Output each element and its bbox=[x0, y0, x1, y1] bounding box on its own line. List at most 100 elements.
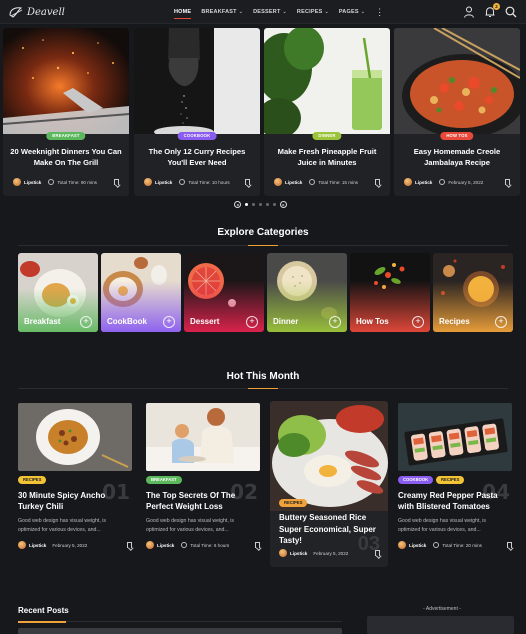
notifications-button[interactable]: 2 bbox=[483, 3, 500, 19]
category-badge[interactable]: DINNER bbox=[312, 132, 342, 140]
slide-title[interactable]: Easy Homemade Creole Jambalaya Recipe bbox=[400, 146, 514, 168]
author-name[interactable]: Lipstick bbox=[409, 543, 426, 548]
post-image bbox=[270, 401, 388, 511]
hot-heading: Hot This Month bbox=[226, 371, 300, 382]
nav-dessert[interactable]: DESSERT ⌄ bbox=[253, 0, 287, 24]
recent-posts-heading: Recent Posts bbox=[18, 606, 69, 615]
clock-icon bbox=[179, 179, 186, 185]
post-date: February 5, 2022 bbox=[52, 542, 88, 548]
clock-icon bbox=[309, 179, 316, 185]
category-badge[interactable]: HOW TOS bbox=[440, 132, 474, 140]
slide-meta-text: February 5, 2022 bbox=[448, 179, 484, 185]
bookmark-icon[interactable] bbox=[507, 542, 512, 548]
clock-icon bbox=[439, 179, 446, 185]
main-nav: HOME BREAKFAST ⌄ DESSERT ⌄ RECIPES ⌄ PAGES ⌄… bbox=[174, 0, 384, 24]
site-logo[interactable]: Deavell bbox=[8, 4, 65, 20]
category-card-cookbook[interactable]: CookBook + bbox=[101, 253, 181, 332]
post-meta: Lipstick February 5, 2022 bbox=[18, 541, 132, 549]
post-meta-text: Total Time: 6 hours bbox=[190, 542, 230, 548]
post-title[interactable]: 30 Minute Spicy Ancho Turkey Chili bbox=[18, 490, 122, 512]
nav-recipes[interactable]: RECIPES ⌄ bbox=[297, 0, 329, 24]
category-badge[interactable]: COOKBOOK bbox=[177, 132, 217, 140]
author-name[interactable]: Lipstick bbox=[29, 543, 46, 548]
post-image bbox=[398, 403, 512, 471]
category-badge[interactable]: COOKBOOK bbox=[398, 476, 434, 484]
hero-slide[interactable]: DINNER Make Fresh Pineapple Fruit Juice … bbox=[264, 28, 390, 196]
category-card-dessert[interactable]: Dessert + bbox=[184, 253, 264, 332]
section-divider-accent bbox=[248, 245, 278, 246]
post-title[interactable]: The Top Secrets Of The Perfect Weight Lo… bbox=[146, 490, 250, 512]
chevron-down-icon: ⌄ bbox=[238, 9, 244, 15]
author-name[interactable]: Lipstick bbox=[290, 551, 307, 556]
bookmark-icon[interactable] bbox=[505, 179, 510, 185]
hero-slide[interactable]: COOKBOOK The Only 12 Curry Recipes You'l… bbox=[134, 28, 260, 196]
bookmark-icon[interactable] bbox=[375, 179, 380, 185]
user-icon[interactable] bbox=[462, 5, 476, 19]
slider-dot[interactable] bbox=[273, 203, 276, 206]
category-card-recipes[interactable]: Recipes + bbox=[433, 253, 513, 332]
section-divider bbox=[18, 388, 508, 389]
hero-slide[interactable]: BREAKFAST 20 Weeknight Dinners You Can M… bbox=[3, 28, 129, 196]
hero-slide[interactable]: HOW TOS Easy Homemade Creole Jambalaya R… bbox=[394, 28, 520, 196]
category-badge[interactable]: RECIPES bbox=[436, 476, 465, 484]
slider-next-button[interactable]: ▸ bbox=[280, 201, 287, 208]
nav-pages[interactable]: PAGES ⌄ bbox=[339, 0, 365, 24]
bookmark-icon[interactable] bbox=[127, 542, 132, 548]
author-name[interactable]: Lipstick bbox=[285, 180, 302, 185]
category-badge[interactable]: RECIPES bbox=[279, 499, 308, 507]
post-image bbox=[146, 403, 260, 471]
avatar bbox=[146, 541, 154, 549]
category-badge[interactable]: BREAKFAST bbox=[46, 132, 86, 140]
category-label: Recipes bbox=[439, 317, 470, 326]
chevron-down-icon: ⌄ bbox=[324, 9, 329, 15]
section-divider-accent bbox=[18, 621, 66, 623]
slider-dot[interactable] bbox=[252, 203, 255, 206]
slide-meta: Lipstick February 5, 2022 bbox=[404, 178, 510, 186]
advertisement-slot[interactable] bbox=[367, 616, 514, 634]
category-label: Dessert bbox=[190, 317, 220, 326]
category-badge[interactable]: RECIPES bbox=[18, 476, 47, 484]
avatar bbox=[13, 178, 21, 186]
slide-meta-text: Total Time: 10 hours bbox=[188, 179, 230, 185]
category-label: Dinner bbox=[273, 317, 299, 326]
bookmark-icon[interactable] bbox=[245, 179, 250, 185]
slider-dot[interactable] bbox=[266, 203, 269, 206]
slide-info: 20 Weeknight Dinners You Can Make On The… bbox=[3, 134, 129, 196]
post-title[interactable]: Creamy Red Pepper Pasta with Blistered T… bbox=[398, 490, 502, 512]
bookmark-icon[interactable] bbox=[255, 542, 260, 548]
clock-icon bbox=[433, 542, 440, 548]
recent-post-image[interactable] bbox=[18, 628, 342, 634]
category-label: Breakfast bbox=[24, 317, 61, 326]
author-name[interactable]: Lipstick bbox=[157, 543, 174, 548]
category-badge[interactable]: BREAKFAST bbox=[146, 476, 182, 484]
featured-post-card[interactable]: RECIPES Buttery Seasoned Rice Super Econ… bbox=[270, 401, 388, 567]
category-card-dinner[interactable]: Dinner + bbox=[267, 253, 347, 332]
slide-meta: Lipstick Total Time: 10 hours bbox=[144, 178, 250, 186]
author-name[interactable]: Lipstick bbox=[155, 180, 172, 185]
category-card-breakfast[interactable]: Breakfast + bbox=[18, 253, 98, 332]
post-date: February 5, 2022 bbox=[313, 550, 349, 556]
slider-dot[interactable] bbox=[245, 203, 248, 206]
slider-dot[interactable] bbox=[259, 203, 262, 206]
bookmark-icon[interactable] bbox=[375, 550, 380, 556]
author-name[interactable]: Lipstick bbox=[24, 180, 41, 185]
slide-title[interactable]: The Only 12 Curry Recipes You'll Ever Ne… bbox=[140, 146, 254, 168]
post-excerpt: Good web design has visual weight, is op… bbox=[18, 518, 106, 533]
slide-meta-text: Total Time: 15 mins bbox=[318, 179, 358, 185]
avatar bbox=[404, 178, 412, 186]
slide-title[interactable]: Make Fresh Pineapple Fruit Juice in Minu… bbox=[270, 146, 384, 168]
search-icon[interactable] bbox=[504, 5, 518, 19]
slider-prev-button[interactable]: ◂ bbox=[234, 201, 241, 208]
category-label: How Tos bbox=[356, 317, 389, 326]
category-card-how-tos[interactable]: How Tos + bbox=[350, 253, 430, 332]
slide-title[interactable]: 20 Weeknight Dinners You Can Make On The… bbox=[9, 146, 123, 168]
nav-breakfast-label: BREAKFAST bbox=[201, 9, 237, 15]
hero-slider: BREAKFAST 20 Weeknight Dinners You Can M… bbox=[0, 28, 526, 196]
advertisement-label: - Advertisement - bbox=[423, 606, 461, 612]
nav-home[interactable]: HOME bbox=[174, 0, 192, 24]
nav-breakfast[interactable]: BREAKFAST ⌄ bbox=[201, 0, 243, 24]
kebab-menu-icon[interactable]: ⋮ bbox=[375, 7, 384, 18]
avatar bbox=[279, 549, 287, 557]
bookmark-icon[interactable] bbox=[114, 179, 119, 185]
author-name[interactable]: Lipstick bbox=[415, 180, 432, 185]
